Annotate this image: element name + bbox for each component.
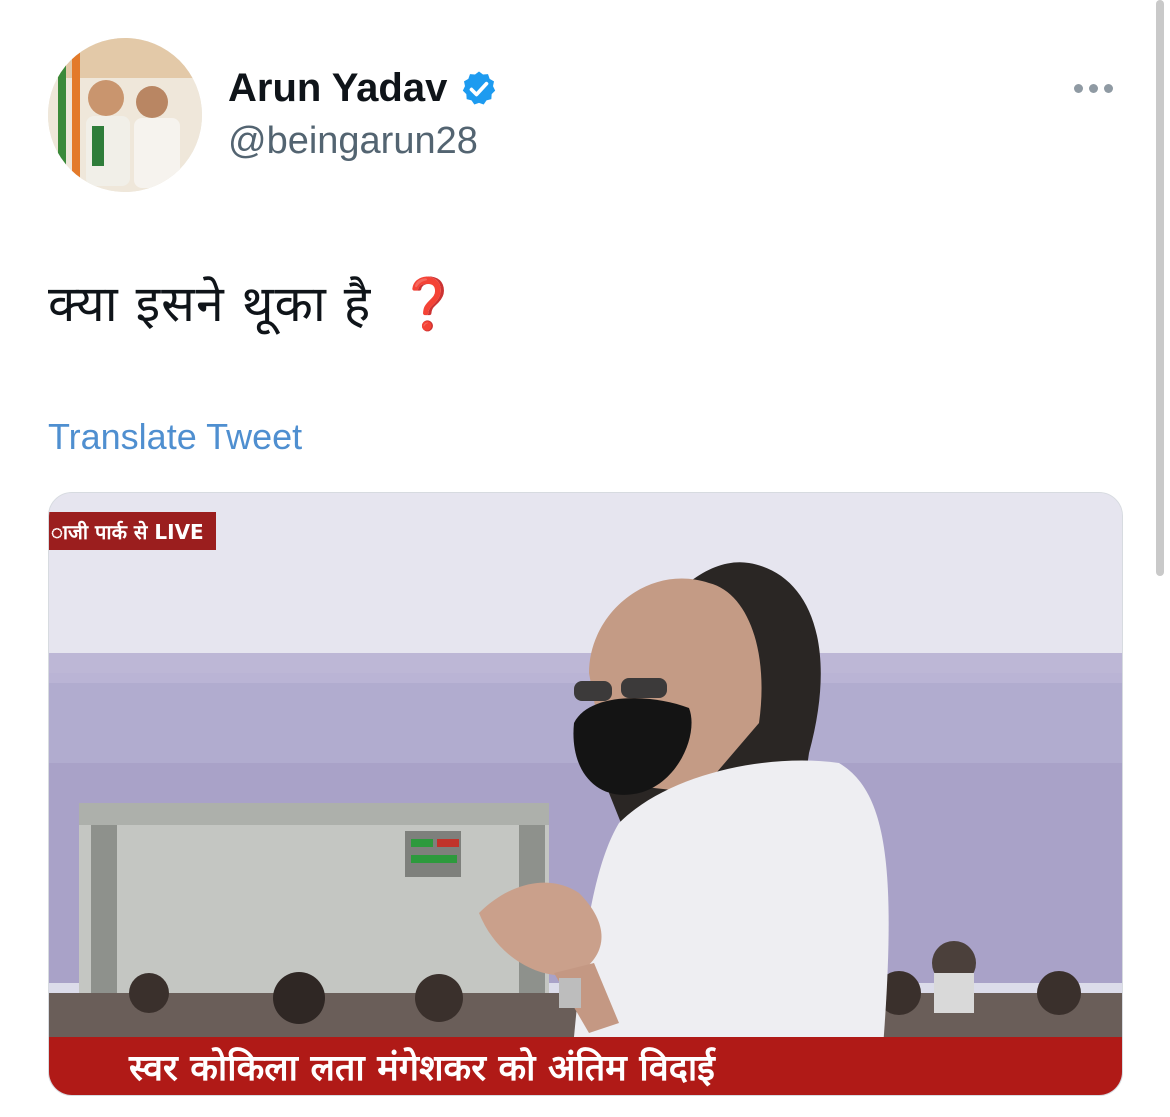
translate-tweet-link[interactable]: Translate Tweet xyxy=(48,416,302,458)
more-dots-icon[interactable] xyxy=(1074,78,1118,98)
author-name-row[interactable]: Arun Yadav xyxy=(228,66,499,111)
tweet-text: क्या इसने थूका है ❓ xyxy=(48,268,461,336)
verified-badge-icon xyxy=(459,69,499,109)
video-frame xyxy=(49,493,1122,1095)
tweet-body: क्या इसने थूका है xyxy=(48,275,372,333)
author-handle[interactable]: @beingarun28 xyxy=(228,120,478,163)
live-badge: ाजी पार्क से LIVE xyxy=(49,512,216,550)
scrollbar[interactable] xyxy=(1156,0,1164,576)
question-mark-emoji: ❓ xyxy=(397,275,461,333)
tweet-media-image[interactable]: ाजी पार्क से LIVE स्वर कोकिला लता मंगेशक… xyxy=(48,492,1123,1096)
news-ticker: स्वर कोकिला लता मंगेशकर को अंतिम विदाई xyxy=(49,1037,1122,1095)
author-avatar[interactable] xyxy=(48,38,202,192)
avatar-image xyxy=(48,38,202,192)
author-name[interactable]: Arun Yadav xyxy=(228,66,447,111)
